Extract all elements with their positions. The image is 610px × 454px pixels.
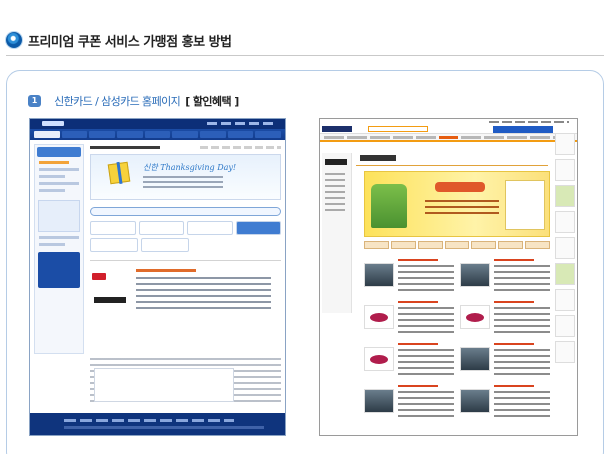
shinhan-topbar — [30, 119, 285, 129]
banner-text: 신한 Thanksgiving Day! — [143, 163, 237, 172]
samsung-header — [320, 125, 577, 134]
page-header: 프리미엄 쿠폰 서비스 가맹점 홍보 방법 — [6, 30, 604, 56]
section-title: 신한카드 / 삼성카드 홈페이지 — [54, 94, 181, 108]
section-tag: [ 할인혜택 ] — [185, 94, 239, 108]
samsung-coupon-grid — [364, 257, 550, 433]
shinhan-sidebar — [34, 144, 84, 354]
header-divider — [6, 55, 604, 56]
samsung-logo — [322, 126, 352, 132]
shinhan-top-links — [207, 122, 277, 125]
shinhan-card-homepage-screenshot: 신한 Thanksgiving Day! — [29, 118, 286, 436]
bullet-circle-icon — [6, 32, 22, 48]
section-heading: 1 신한카드 / 삼성카드 홈페이지 [ 할인혜택 ] — [28, 90, 239, 108]
samsung-nav — [320, 134, 577, 142]
samsung-promo-banner — [364, 171, 550, 237]
shinhan-nav — [30, 129, 285, 140]
samsung-card-homepage-screenshot — [319, 118, 578, 436]
section-number-badge: 1 — [28, 94, 41, 107]
shinhan-promo-row — [90, 267, 281, 309]
samsung-right-column — [555, 133, 575, 423]
shinhan-logo — [42, 121, 64, 126]
samsung-page-title — [360, 155, 396, 161]
shinhan-body: 신한 Thanksgiving Day! — [30, 140, 285, 413]
gift-box-icon — [107, 161, 131, 185]
shinhan-main: 신한 Thanksgiving Day! — [90, 144, 281, 354]
samsung-sidebar — [322, 153, 352, 313]
shinhan-thanksgiving-banner: 신한 Thanksgiving Day! — [90, 154, 281, 200]
samsung-search-box — [368, 126, 428, 132]
shinhan-footer — [30, 413, 285, 435]
page-title: 프리미엄 쿠폰 서비스 가맹점 홍보 방법 — [28, 35, 232, 50]
samsung-category-tabs — [364, 241, 551, 249]
